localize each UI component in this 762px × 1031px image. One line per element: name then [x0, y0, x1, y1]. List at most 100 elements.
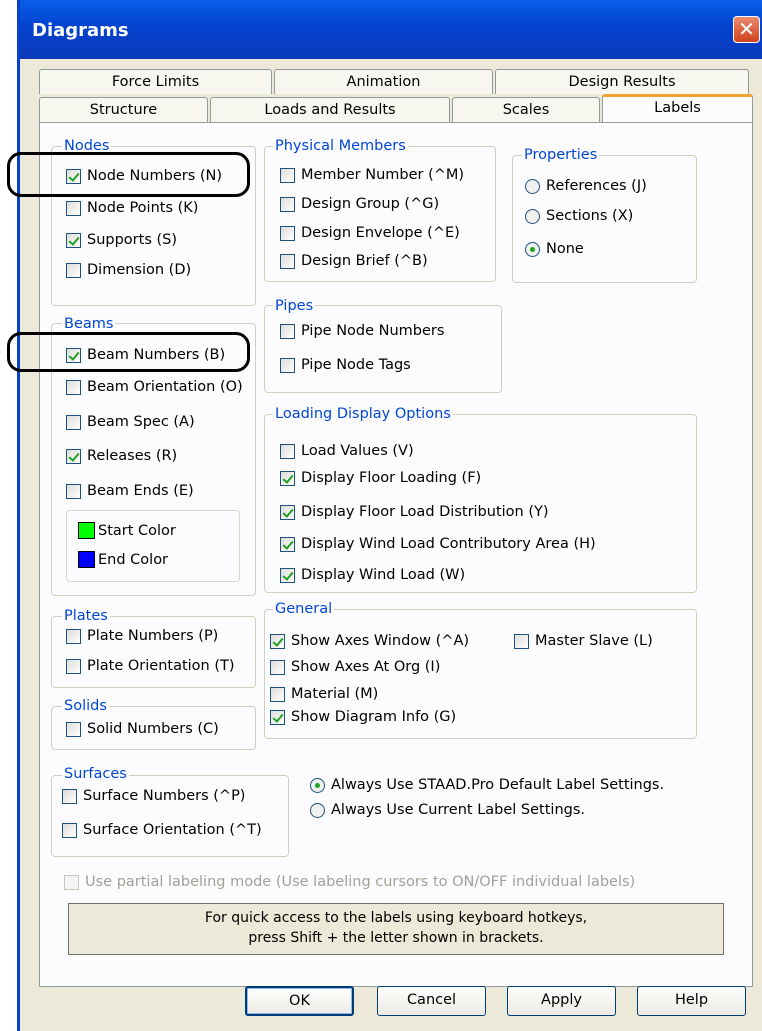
display-floor-loading-label: Display Floor Loading (F) — [301, 470, 482, 486]
load-values-label: Load Values (V) — [301, 443, 414, 459]
plate-orientation-checkbox[interactable]: Plate Orientation (T) — [66, 658, 235, 674]
show-axes-window-checkbox[interactable]: Show Axes Window (^A) — [270, 633, 469, 649]
wind-load-contributory-area-checkbox[interactable]: Display Wind Load Contributory Area (H) — [280, 536, 596, 552]
close-icon[interactable]: ✕ — [733, 16, 760, 43]
beam-ends-checkbox[interactable]: Beam Ends (E) — [66, 483, 194, 499]
member-number-label: Member Number (^M) — [301, 167, 465, 183]
highlight-beam-numbers — [7, 332, 250, 372]
current-label-settings-label: Always Use Current Label Settings. — [331, 802, 586, 818]
plate-numbers-checkbox[interactable]: Plate Numbers (P) — [66, 628, 218, 644]
node-points-checkbox[interactable]: Node Points (K) — [66, 200, 198, 216]
member-number-checkbox[interactable]: Member Number (^M) — [280, 167, 464, 183]
tab-labels[interactable]: Labels — [602, 94, 753, 122]
dialog-title: Diagrams — [32, 20, 129, 41]
design-envelope-checkbox[interactable]: Design Envelope (^E) — [280, 225, 460, 241]
checkbox-icon — [280, 357, 295, 373]
checkbox-icon — [62, 788, 77, 804]
node-points-label: Node Points (K) — [87, 200, 199, 216]
hotkey-info-box: For quick access to the labels using key… — [68, 903, 724, 955]
partial-labeling-label: Use partial labeling mode (Use labeling … — [85, 874, 636, 890]
show-diagram-info-checkbox[interactable]: Show Diagram Info (G) — [270, 709, 456, 725]
checkbox-icon — [280, 470, 295, 486]
checkbox-icon — [66, 379, 81, 395]
checkbox-icon — [280, 196, 295, 212]
ok-button[interactable]: OK — [245, 986, 354, 1016]
radio-icon — [310, 802, 325, 818]
pipe-node-tags-label: Pipe Node Tags — [301, 357, 411, 373]
beam-orientation-label: Beam Orientation (O) — [87, 379, 243, 395]
material-checkbox[interactable]: Material (M) — [270, 686, 378, 702]
default-label-settings-radio[interactable]: Always Use STAAD.Pro Default Label Setti… — [310, 777, 664, 793]
supports-checkbox[interactable]: Supports (S) — [66, 232, 177, 248]
end-color-picker[interactable]: End Color — [78, 551, 168, 568]
design-group-checkbox[interactable]: Design Group (^G) — [280, 196, 439, 212]
checkbox-icon — [270, 659, 285, 675]
current-label-settings-radio[interactable]: Always Use Current Label Settings. — [310, 802, 585, 818]
start-color-picker[interactable]: Start Color — [78, 522, 176, 539]
pipe-node-numbers-label: Pipe Node Numbers — [301, 323, 445, 339]
checkbox-icon — [66, 414, 81, 430]
general-group-title: General — [273, 601, 335, 617]
checkbox-icon — [62, 822, 77, 838]
checkbox-icon — [280, 504, 295, 520]
none-label: None — [546, 241, 584, 257]
tab-scales[interactable]: Scales — [452, 97, 600, 122]
surfaces-group-title: Surfaces — [62, 766, 129, 782]
solid-numbers-checkbox[interactable]: Solid Numbers (C) — [66, 721, 219, 737]
tab-animation[interactable]: Animation — [274, 69, 493, 94]
checkbox-icon — [66, 232, 81, 248]
pipe-node-tags-checkbox[interactable]: Pipe Node Tags — [280, 357, 411, 373]
show-axes-at-org-checkbox[interactable]: Show Axes At Org (I) — [270, 659, 440, 675]
checkbox-icon — [280, 323, 295, 339]
releases-checkbox[interactable]: Releases (R) — [66, 448, 177, 464]
show-axes-window-label: Show Axes Window (^A) — [291, 633, 470, 649]
beam-colors-box — [66, 510, 240, 582]
help-button[interactable]: Help — [637, 986, 746, 1016]
display-floor-loading-checkbox[interactable]: Display Floor Loading (F) — [280, 470, 481, 486]
pipe-node-numbers-checkbox[interactable]: Pipe Node Numbers — [280, 323, 444, 339]
cancel-button[interactable]: Cancel — [377, 986, 486, 1016]
beam-orientation-checkbox[interactable]: Beam Orientation (O) — [66, 379, 243, 395]
radio-icon — [525, 178, 540, 194]
tab-structure[interactable]: Structure — [39, 97, 208, 122]
beam-spec-checkbox[interactable]: Beam Spec (A) — [66, 414, 195, 430]
checkbox-icon — [66, 658, 81, 674]
highlight-node-numbers — [7, 152, 250, 197]
show-axes-at-org-label: Show Axes At Org (I) — [291, 659, 441, 675]
checkbox-icon — [66, 721, 81, 737]
radio-selected-icon — [525, 241, 540, 257]
checkbox-icon — [66, 200, 81, 216]
dimension-checkbox[interactable]: Dimension (D) — [66, 262, 191, 278]
floor-load-distribution-checkbox[interactable]: Display Floor Load Distribution (Y) — [280, 504, 549, 520]
load-values-checkbox[interactable]: Load Values (V) — [280, 443, 414, 459]
tab-force-limits[interactable]: Force Limits — [39, 69, 272, 94]
sections-label: Sections (X) — [546, 208, 634, 224]
releases-label: Releases (R) — [87, 448, 178, 464]
checkbox-icon — [66, 628, 81, 644]
radio-icon — [525, 208, 540, 224]
apply-button[interactable]: Apply — [507, 986, 616, 1016]
design-brief-checkbox[interactable]: Design Brief (^B) — [280, 253, 428, 269]
sections-radio[interactable]: Sections (X) — [525, 208, 633, 224]
start-color-swatch — [78, 522, 95, 539]
design-group-label: Design Group (^G) — [301, 196, 440, 212]
material-label: Material (M) — [291, 686, 379, 702]
surface-orientation-checkbox[interactable]: Surface Orientation (^T) — [62, 822, 262, 838]
surface-numbers-checkbox[interactable]: Surface Numbers (^P) — [62, 788, 245, 804]
physical-members-group-title: Physical Members — [273, 138, 408, 154]
radio-selected-icon — [310, 777, 325, 793]
floor-load-distribution-label: Display Floor Load Distribution (Y) — [301, 504, 549, 520]
show-diagram-info-label: Show Diagram Info (G) — [291, 709, 457, 725]
master-slave-checkbox[interactable]: Master Slave (L) — [514, 633, 653, 649]
none-radio[interactable]: None — [525, 241, 584, 257]
partial-labeling-checkbox[interactable]: Use partial labeling mode (Use labeling … — [64, 874, 635, 890]
beam-ends-label: Beam Ends (E) — [87, 483, 194, 499]
title-bar: Diagrams ✕ — [20, 0, 762, 59]
beam-spec-label: Beam Spec (A) — [87, 414, 195, 430]
references-radio[interactable]: References (J) — [525, 178, 647, 194]
tab-design-results[interactable]: Design Results — [495, 69, 749, 94]
tab-loads-and-results[interactable]: Loads and Results — [210, 97, 450, 122]
checkbox-icon — [66, 448, 81, 464]
plates-group — [51, 616, 256, 688]
display-wind-load-checkbox[interactable]: Display Wind Load (W) — [280, 567, 465, 583]
